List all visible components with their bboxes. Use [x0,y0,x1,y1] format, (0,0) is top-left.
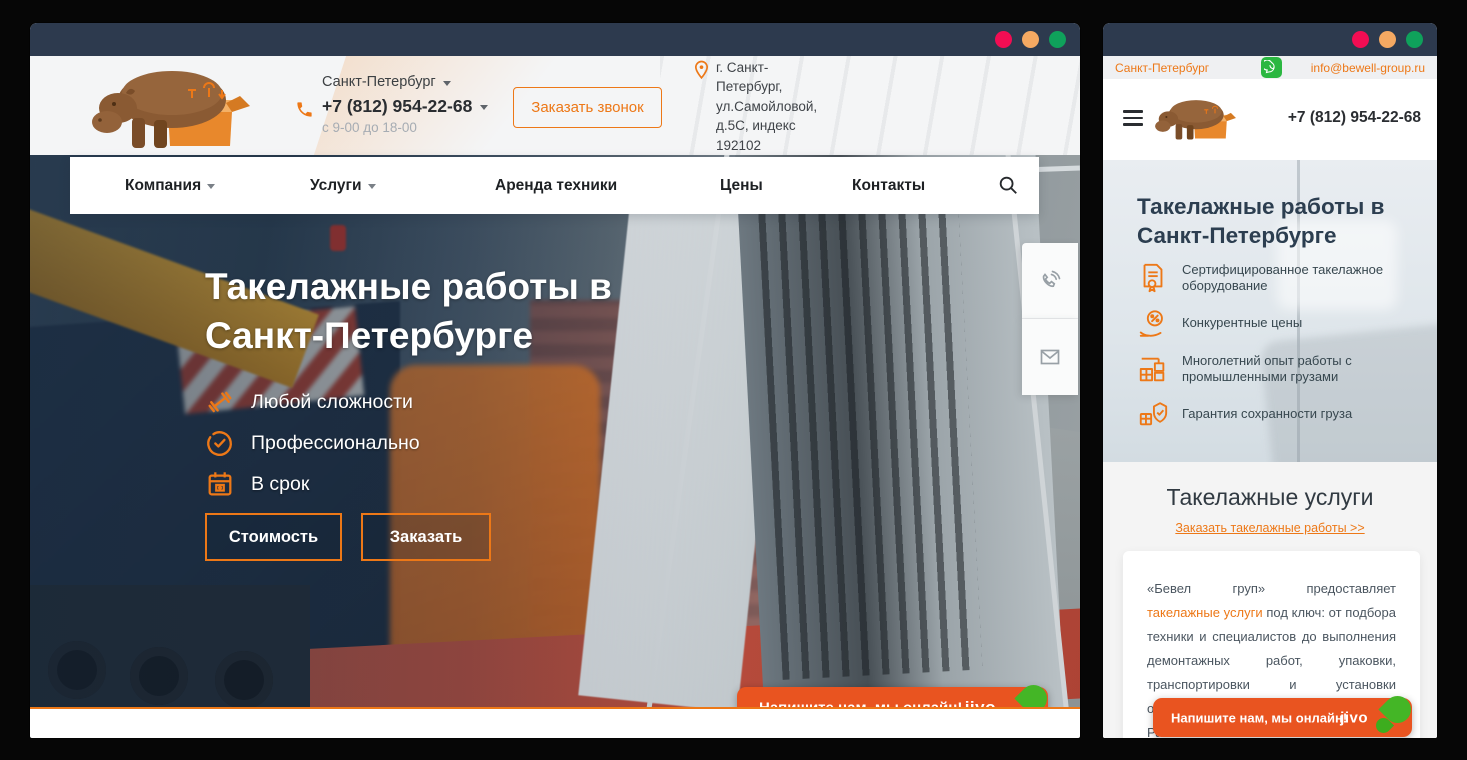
city-selector[interactable]: Санкт-Петербург [322,74,451,90]
callback-widget-button[interactable] [1022,243,1078,319]
services-heading: Такелажные услуги [1103,484,1437,511]
address-text: г. Санкт-Петербург, ул.Самойловой, д.5С,… [716,58,826,155]
calendar-icon [205,469,235,499]
phone-icon [295,100,314,119]
email-widget-button[interactable] [1022,319,1078,395]
bullet-any-complexity: Любой сложности [205,387,420,417]
hero-title: Такелажные работы в Санкт-Петербурге [205,263,612,361]
chat-message: Напишите нам, мы онлайн! [1171,710,1347,725]
hippo-logo[interactable] [1149,87,1237,149]
chevron-down-icon [443,81,451,86]
order-rigging-link[interactable]: Заказать такелажные работы >> [1103,521,1437,535]
site-header: Санкт-Петербург +7 (812) 954-22-68 с 9-0… [30,56,1080,155]
close-window-button[interactable] [995,31,1012,48]
hero-buttons: Стоимость Заказать [205,513,491,561]
hero-title-line1: Такелажные работы в [205,263,612,312]
phone-number: +7 (812) 954-22-68 [322,96,472,117]
email-link[interactable]: info@bewell-group.ru [1311,61,1425,75]
crane-boxes-icon [1137,353,1169,385]
side-contact-panel [1022,243,1078,395]
nav-item-equipment-rental[interactable]: Аренда техники [495,157,617,214]
chat-message: Напишите нам, мы онлайн! [759,699,962,709]
header-contacts: Санкт-Петербург +7 (812) 954-22-68 с 9-0… [295,56,515,155]
location-pin-icon [693,60,710,80]
nav-item-contacts[interactable]: Контакты [852,157,925,214]
city-selector[interactable]: Санкт-Петербург [1115,61,1209,75]
nav-item-prices[interactable]: Цены [720,157,763,214]
shield-gift-icon [1137,398,1169,430]
address-block: г. Санкт-Петербург, ул.Самойловой, д.5С,… [693,58,843,155]
mobile-topbar: Санкт-Петербург info@bewell-group.ru [1103,56,1437,79]
jivo-chat-bar[interactable]: Напишите нам, мы онлайн! jivo [1153,698,1412,737]
bullet-professional: Профессионально [205,428,420,458]
bullet-label: Профессионально [251,432,420,455]
dumbbell-icon [205,387,235,417]
screenshot-stage: Санкт-Петербург +7 (812) 954-22-68 с 9-0… [0,0,1467,760]
chevron-down-icon [368,184,376,189]
phone-number-link[interactable]: +7 (812) 954-22-68 [322,96,488,117]
mobile-hero-title: Такелажные работы в Санкт-Петербурге [1137,192,1407,251]
bullet-certified-equipment: Сертифицированное такелажное оборудовани… [1137,262,1417,295]
bullet-label: Любой сложности [251,391,413,414]
whatsapp-icon[interactable] [1261,57,1282,78]
ringing-phone-icon [1038,269,1062,293]
hero-title-line2: Санкт-Петербурге [205,312,612,361]
clock-check-icon [205,428,235,458]
city-label: Санкт-Петербург [322,74,436,90]
mail-icon [1038,345,1062,369]
minimize-window-button[interactable] [1379,31,1396,48]
bullet-competitive-prices: Конкурентные цены [1137,308,1417,340]
rigging-services-link[interactable]: такелажные услуги [1147,605,1263,620]
chevron-down-icon [207,184,215,189]
jivo-leaf-icon [1373,694,1415,738]
certificate-icon [1137,262,1169,294]
main-navigation: Компания Услуги Аренда техники Цены Конт… [70,157,1039,214]
jivo-logo: jivo [1340,709,1368,726]
minimize-window-button[interactable] [1022,31,1039,48]
window-controls [1352,31,1423,48]
working-hours: с 9-00 до 18-00 [322,120,417,135]
desktop-browser-window: Санкт-Петербург +7 (812) 954-22-68 с 9-0… [30,23,1080,738]
mobile-header: +7 (812) 954-22-68 [1103,79,1437,160]
mobile-services-section: Такелажные услуги Заказать такелажные ра… [1103,462,1437,738]
jivo-chat-bar[interactable]: Напишите нам, мы онлайн! jivo [737,687,1048,709]
hero-photo: Такелажные работы в Санкт-Петербурге [30,155,1080,709]
close-window-button[interactable] [1352,31,1369,48]
cost-button[interactable]: Стоимость [205,513,342,561]
order-button[interactable]: Заказать [361,513,491,561]
chevron-down-icon [480,105,488,110]
nav-item-services[interactable]: Услуги [310,157,376,214]
nav-item-company[interactable]: Компания [125,157,215,214]
hippo-logo[interactable] [80,60,252,152]
bullet-on-time: В срок [205,469,420,499]
maximize-window-button[interactable] [1049,31,1066,48]
hero-bullets: Любой сложности Профессионально [205,387,420,499]
search-icon[interactable] [997,174,1019,196]
hamburger-menu-icon[interactable] [1123,110,1143,126]
mobile-titlebar [1103,23,1437,56]
maximize-window-button[interactable] [1406,31,1423,48]
phone-number-link[interactable]: +7 (812) 954-22-68 [1288,109,1421,127]
window-controls [995,31,1066,48]
mobile-browser-window: Санкт-Петербург info@bewell-group.ru [1103,23,1437,738]
mobile-hero: Такелажные работы в Санкт-Петербурге Сер… [1103,160,1437,462]
bullet-label: В срок [251,473,309,496]
mobile-hero-bullets: Сертифицированное такелажное оборудовани… [1137,262,1417,430]
percent-hand-icon [1137,308,1169,340]
bullet-cargo-safety: Гарантия сохранности груза [1137,398,1417,430]
photo-dark-overlay [30,155,1080,707]
bullet-industrial-experience: Многолетний опыт работы с промышленными … [1137,353,1417,386]
jivo-logo: jivo [965,698,996,710]
request-call-button[interactable]: Заказать звонок [513,87,662,128]
desktop-titlebar [30,23,1080,56]
